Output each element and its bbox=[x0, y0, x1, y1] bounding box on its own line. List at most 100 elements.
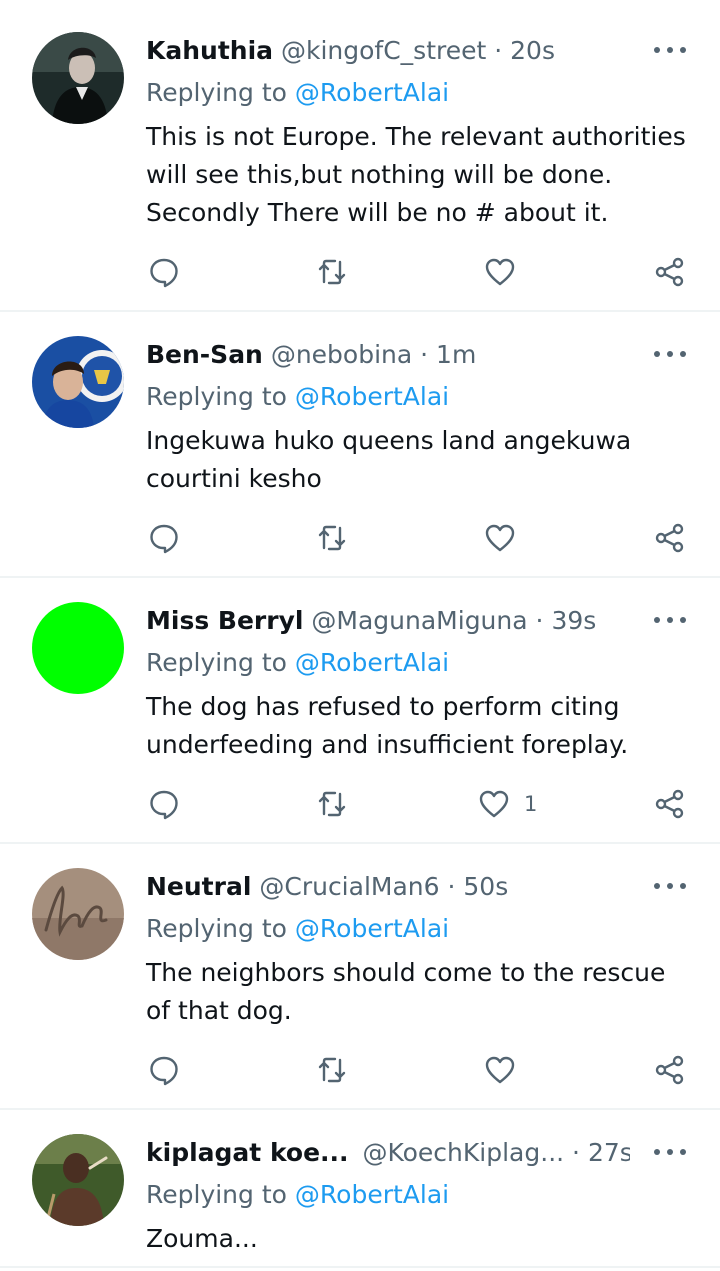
tweet-text: This is not Europe. The relevant authori… bbox=[146, 122, 686, 227]
retweet-button[interactable] bbox=[316, 784, 348, 824]
retweet-icon bbox=[318, 525, 346, 551]
share-button[interactable] bbox=[654, 1050, 686, 1090]
avatar[interactable] bbox=[32, 32, 124, 124]
display-name[interactable]: Neutral bbox=[146, 872, 251, 901]
share-button[interactable] bbox=[654, 784, 686, 824]
tweet-ben-san[interactable]: Ben-San @nebobina · 1m Replying to @Robe… bbox=[0, 304, 720, 578]
replying-to: Replying to @RobertAlai bbox=[146, 380, 449, 414]
replying-to: Replying to @RobertAlai bbox=[146, 1178, 449, 1212]
user-handle[interactable]: @KoechKiplag... bbox=[362, 1138, 564, 1167]
mention-link[interactable]: @RobertAlai bbox=[295, 1180, 449, 1209]
avatar[interactable] bbox=[32, 1134, 124, 1226]
action-bar bbox=[0, 252, 720, 292]
replying-to: Replying to @RobertAlai bbox=[146, 646, 449, 680]
tweet-kiplagat[interactable]: kiplagat koe... @KoechKiplag... · 27s Re… bbox=[0, 1102, 720, 1271]
retweet-button[interactable] bbox=[316, 252, 348, 292]
tweet-header: Miss Berryl @MagunaMiguna · 39s bbox=[146, 604, 630, 638]
like-count: 1 bbox=[524, 792, 538, 816]
heart-icon bbox=[485, 258, 515, 286]
user-handle[interactable]: @kingofC_street bbox=[281, 36, 486, 65]
avatar-image bbox=[32, 1134, 124, 1226]
reply-button[interactable] bbox=[148, 252, 180, 292]
more-options-icon[interactable] bbox=[654, 608, 686, 632]
action-bar: 1 bbox=[0, 784, 720, 824]
share-button[interactable] bbox=[654, 518, 686, 558]
reply-icon bbox=[150, 524, 178, 554]
tweet-text: Zouma... bbox=[146, 1224, 258, 1253]
avatar-image bbox=[32, 336, 124, 428]
share-button[interactable] bbox=[654, 252, 686, 292]
avatar-image bbox=[32, 32, 124, 124]
reply-feed: Kahuthia @kingofC_street · 20s Replying … bbox=[0, 0, 720, 1271]
reply-button[interactable] bbox=[148, 1050, 180, 1090]
separator-dot: · bbox=[535, 606, 544, 635]
like-button[interactable] bbox=[484, 518, 530, 558]
tweet-header: Neutral @CrucialMan6 · 50s bbox=[146, 870, 630, 904]
retweet-button[interactable] bbox=[316, 1050, 348, 1090]
reply-icon bbox=[150, 258, 178, 288]
retweet-button[interactable] bbox=[316, 518, 348, 558]
like-button[interactable] bbox=[484, 252, 530, 292]
heart-icon bbox=[485, 1056, 515, 1084]
timestamp[interactable]: 20s bbox=[510, 36, 555, 65]
reply-icon bbox=[150, 790, 178, 820]
more-options-icon[interactable] bbox=[654, 342, 686, 366]
heart-icon bbox=[485, 524, 515, 552]
mention-link[interactable]: @RobertAlai bbox=[295, 382, 449, 411]
replying-to-label: Replying to bbox=[146, 78, 287, 107]
share-icon bbox=[655, 523, 684, 553]
display-name[interactable]: kiplagat koe... bbox=[146, 1138, 349, 1167]
heart-icon bbox=[479, 790, 509, 818]
reply-button[interactable] bbox=[148, 784, 180, 824]
more-options-icon[interactable] bbox=[654, 874, 686, 898]
reply-icon bbox=[150, 1056, 178, 1086]
replying-to-label: Replying to bbox=[146, 914, 287, 943]
separator-dot: · bbox=[420, 340, 429, 369]
separator-dot: · bbox=[494, 36, 503, 65]
action-bar bbox=[0, 1050, 720, 1090]
replying-to-label: Replying to bbox=[146, 382, 287, 411]
timestamp[interactable]: 1m bbox=[436, 340, 476, 369]
tweet-header: Kahuthia @kingofC_street · 20s bbox=[146, 34, 630, 68]
tweet-miss-berryl[interactable]: Miss Berryl @MagunaMiguna · 39s Replying… bbox=[0, 570, 720, 844]
avatar[interactable] bbox=[32, 336, 124, 428]
timestamp[interactable]: 39s bbox=[551, 606, 596, 635]
retweet-icon bbox=[318, 791, 346, 817]
replying-to-label: Replying to bbox=[146, 1180, 287, 1209]
timestamp[interactable]: 50s bbox=[463, 872, 508, 901]
mention-link[interactable]: @RobertAlai bbox=[295, 78, 449, 107]
mention-link[interactable]: @RobertAlai bbox=[295, 648, 449, 677]
tweet-neutral[interactable]: Neutral @CrucialMan6 · 50s Replying to @… bbox=[0, 836, 720, 1110]
user-handle[interactable]: @MagunaMiguna bbox=[311, 606, 527, 635]
tweet-text: The neighbors should come to the rescue … bbox=[146, 958, 666, 1025]
avatar-image bbox=[32, 868, 124, 960]
share-icon bbox=[655, 257, 684, 287]
share-icon bbox=[655, 789, 684, 819]
retweet-icon bbox=[318, 259, 346, 285]
display-name[interactable]: Ben-San bbox=[146, 340, 263, 369]
action-bar bbox=[0, 518, 720, 558]
replying-to: Replying to @RobertAlai bbox=[146, 76, 449, 110]
mention-link[interactable]: @RobertAlai bbox=[295, 914, 449, 943]
tweet-text: The dog has refused to perform citing un… bbox=[146, 692, 629, 759]
tweet-kahuthia[interactable]: Kahuthia @kingofC_street · 20s Replying … bbox=[0, 0, 720, 312]
replying-to-label: Replying to bbox=[146, 648, 287, 677]
separator-dot: · bbox=[572, 1138, 580, 1167]
separator-dot: · bbox=[447, 872, 456, 901]
avatar[interactable] bbox=[32, 868, 124, 960]
avatar[interactable] bbox=[32, 602, 124, 694]
retweet-icon bbox=[318, 1057, 346, 1083]
display-name[interactable]: Kahuthia bbox=[146, 36, 273, 65]
display-name[interactable]: Miss Berryl bbox=[146, 606, 303, 635]
more-options-icon[interactable] bbox=[654, 38, 686, 62]
user-handle[interactable]: @CrucialMan6 bbox=[259, 872, 439, 901]
reply-button[interactable] bbox=[148, 518, 180, 558]
timestamp[interactable]: 27s bbox=[588, 1138, 630, 1167]
more-options-icon[interactable] bbox=[654, 1140, 686, 1164]
tweet-header: kiplagat koe... @KoechKiplag... · 27s bbox=[146, 1136, 630, 1170]
like-button[interactable]: 1 bbox=[478, 784, 537, 824]
user-handle[interactable]: @nebobina bbox=[271, 340, 412, 369]
tweet-header: Ben-San @nebobina · 1m bbox=[146, 338, 630, 372]
like-button[interactable] bbox=[484, 1050, 530, 1090]
tweet-text: Ingekuwa huko queens land angekuwa court… bbox=[146, 426, 632, 493]
